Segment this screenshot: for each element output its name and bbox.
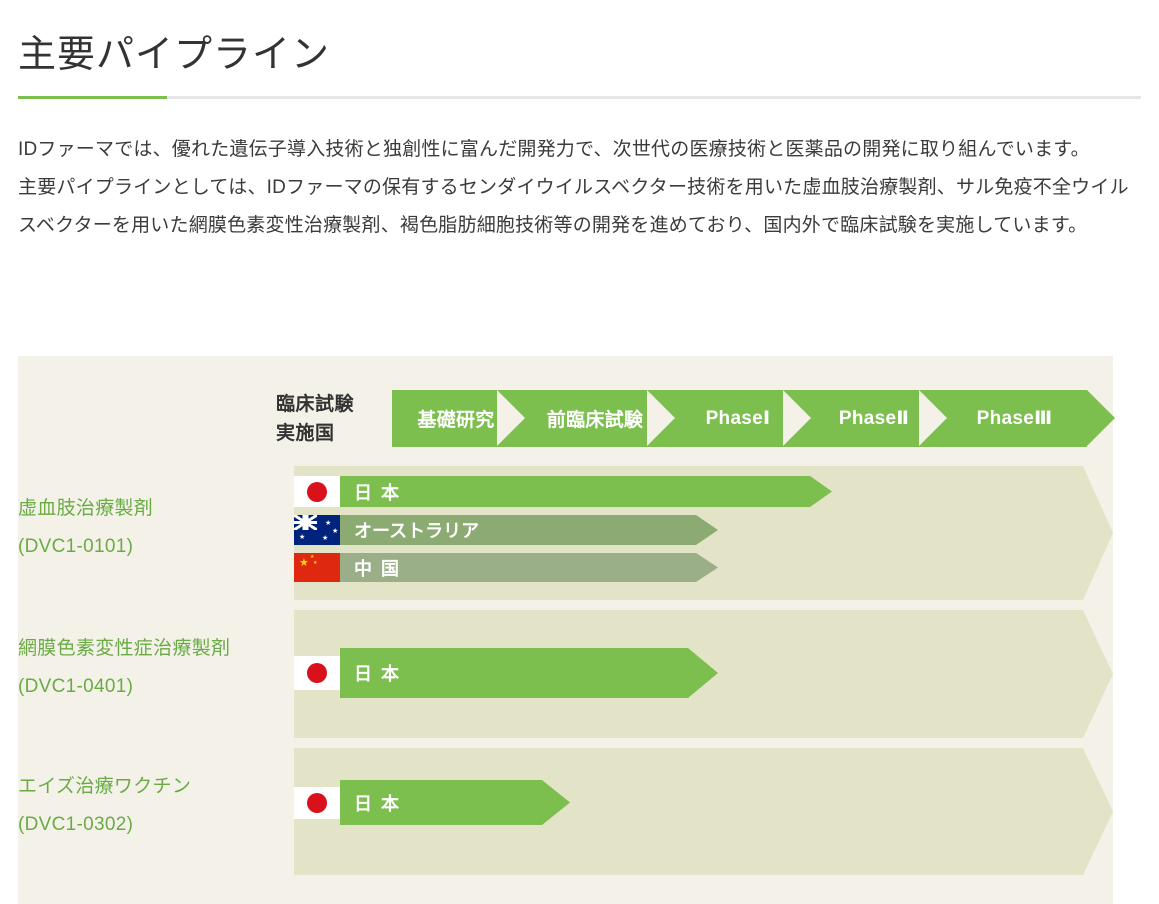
au-star: ★ — [322, 534, 329, 542]
phase-label: PhaseⅢ — [976, 408, 1053, 429]
intro-paragraph-1: IDファーマでは、優れた遺伝子導入技術と独創性に富んだ開発力で、次世代の医療技術… — [18, 139, 1090, 160]
country-label: オーストラリア — [354, 521, 480, 541]
clinical-trial-country-header: 臨床試験 実施国 — [276, 390, 380, 448]
pipeline-row-dvc1-0101: 虚血肢治療製剤 (DVC1-0101) 日 本 ★ ★ ★ ★ オーストラリア — [0, 466, 1159, 600]
bar-japan: 日 本 — [340, 780, 570, 825]
country-bar-japan-dvc1-0302[interactable]: 日 本 — [294, 780, 570, 825]
phase-separator-icon — [497, 390, 525, 446]
program-code: (DVC1-0401) — [18, 676, 134, 697]
program-label-dvc1-0401: 網膜色素変性症治療製剤 (DVC1-0401) — [18, 630, 288, 706]
program-label-dvc1-0302: エイズ治療ワクチン (DVC1-0302) — [18, 768, 288, 844]
header-label-line-1: 臨床試験 — [276, 394, 355, 415]
au-commonwealth-star: ★ — [299, 533, 306, 541]
program-name: 網膜色素変性症治療製剤 — [18, 638, 231, 659]
bar-china: 中 国 — [340, 553, 718, 582]
program-name: エイズ治療ワクチン — [18, 776, 192, 797]
au-star: ★ — [325, 520, 332, 528]
title-divider — [18, 96, 1141, 99]
country-label: 日 本 — [354, 793, 402, 814]
phase-header-band: 基礎研究 前臨床試験 PhaseⅠ PhaseⅡ PhaseⅢ — [392, 390, 1115, 447]
phase-label: 前臨床試験 — [546, 410, 644, 431]
phase-separator-icon — [783, 390, 811, 446]
country-bar-china-dvc1-0101[interactable]: ★ ★ ★ 中 国 — [294, 553, 718, 582]
country-label: 日 本 — [354, 482, 402, 503]
program-label-dvc1-0101: 虚血肢治療製剤 (DVC1-0101) — [18, 490, 288, 566]
divider-accent — [18, 96, 167, 99]
au-union-jack — [294, 515, 317, 530]
flag-japan-icon — [294, 786, 340, 819]
pipeline-row-dvc1-0302: エイズ治療ワクチン (DVC1-0302) 日 本 — [0, 748, 1159, 875]
page-root: 主要パイプライン IDファーマでは、優れた遺伝子導入技術と独創性に富んだ開発力で… — [0, 0, 1159, 904]
program-code: (DVC1-0101) — [18, 536, 134, 557]
page-title: 主要パイプライン — [18, 34, 331, 77]
bar-australia: オーストラリア — [340, 515, 718, 545]
pipeline-row-dvc1-0401: 網膜色素変性症治療製剤 (DVC1-0401) 日 本 — [0, 610, 1159, 738]
intro-paragraph-2: 主要パイプラインとしては、IDファーマの保有するセンダイウイルスベクター技術を用… — [18, 177, 1129, 236]
au-star: ★ — [332, 527, 339, 535]
flag-australia-icon: ★ ★ ★ ★ — [294, 515, 340, 545]
cn-large-star: ★ — [299, 557, 309, 569]
phase-separator-icon — [647, 390, 675, 446]
bar-japan: 日 本 — [340, 476, 832, 507]
country-bar-japan-dvc1-0401[interactable]: 日 本 — [294, 648, 718, 698]
country-label: 中 国 — [354, 558, 402, 579]
phase-label: PhaseⅠ — [705, 408, 771, 429]
country-bar-australia-dvc1-0101[interactable]: ★ ★ ★ ★ オーストラリア — [294, 515, 718, 545]
flag-japan-icon — [294, 476, 340, 507]
phase-label: PhaseⅡ — [838, 408, 910, 429]
country-label: 日 本 — [354, 664, 402, 684]
bar-fill — [340, 476, 832, 507]
intro-text: IDファーマでは、優れた遺伝子導入技術と独創性に富んだ開発力で、次世代の医療技術… — [18, 131, 1143, 245]
phase-separator-icon — [919, 390, 947, 446]
phase-stage-basic-research: 基礎研究 — [392, 390, 548, 447]
cn-small-star: ★ — [313, 560, 318, 566]
flag-china-icon: ★ ★ ★ — [294, 553, 340, 582]
program-code: (DVC1-0302) — [18, 814, 134, 835]
program-name: 虚血肢治療製剤 — [18, 498, 154, 519]
divider-base — [18, 96, 1141, 99]
bar-japan: 日 本 — [340, 648, 718, 698]
phase-label: 基礎研究 — [417, 410, 495, 431]
header-label-line-2: 実施国 — [276, 423, 335, 444]
country-bar-japan-dvc1-0101[interactable]: 日 本 — [294, 476, 832, 507]
flag-japan-icon — [294, 656, 340, 690]
